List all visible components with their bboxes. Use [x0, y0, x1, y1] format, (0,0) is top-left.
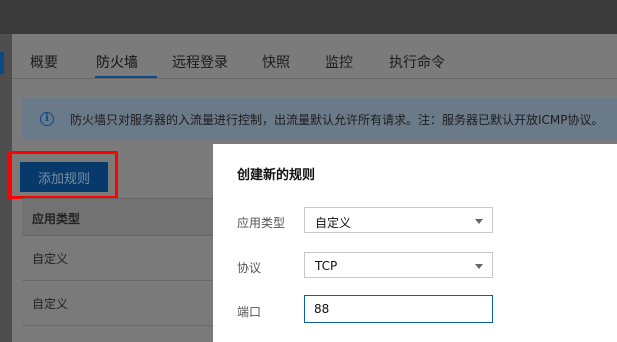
app-type-value: 自定义 — [315, 216, 352, 230]
table-cell-app-type: 自定义 — [32, 252, 69, 266]
tab-firewall[interactable]: 防火墙 — [96, 52, 138, 72]
create-rule-dialog: 创建新的规则 应用类型 自定义 协议 TCP 端口 — [213, 144, 617, 342]
tab-run-command[interactable]: 执行命令 — [389, 52, 445, 72]
top-bar — [0, 0, 617, 34]
tab-monitor[interactable]: 监控 — [325, 52, 353, 72]
tab-divider — [12, 78, 617, 79]
port-label: 端口 — [237, 305, 262, 319]
notice-text: 防火墙只对服务器的入流量进行控制，出流量默认允许所有请求。注：服务器已默认开放I… — [70, 113, 604, 127]
protocol-label: 协议 — [237, 261, 262, 275]
tab-overview[interactable]: 概要 — [30, 52, 58, 72]
tab-remote-login[interactable]: 远程登录 — [172, 52, 228, 72]
info-notice: i 防火墙只对服务器的入流量进行控制，出流量默认允许所有请求。注：服务器已默认开… — [22, 98, 617, 140]
info-icon: i — [40, 112, 54, 126]
table-row[interactable]: 自定义 — [22, 236, 214, 281]
table-row[interactable]: 自定义 — [22, 281, 214, 326]
protocol-value: TCP — [315, 259, 338, 273]
app-type-select[interactable]: 自定义 — [304, 207, 493, 233]
protocol-select[interactable]: TCP — [304, 252, 493, 278]
chevron-down-icon — [475, 219, 483, 224]
table-cell-app-type: 自定义 — [32, 297, 69, 311]
chevron-down-icon — [475, 264, 483, 269]
dialog-title: 创建新的规则 — [237, 168, 316, 183]
table-header: 应用类型 — [22, 198, 214, 236]
port-input[interactable] — [304, 295, 493, 323]
annotation-highlight-box — [8, 151, 118, 199]
tab-bar: 概要 防火墙 远程登录 快照 监控 执行命令 — [14, 34, 617, 78]
tab-snapshot[interactable]: 快照 — [262, 52, 290, 72]
column-header-app-type: 应用类型 — [32, 212, 81, 226]
side-rail-active-marker — [0, 52, 4, 74]
rules-table: 应用类型 自定义 自定义 — [22, 198, 214, 342]
app-type-label: 应用类型 — [237, 216, 286, 230]
